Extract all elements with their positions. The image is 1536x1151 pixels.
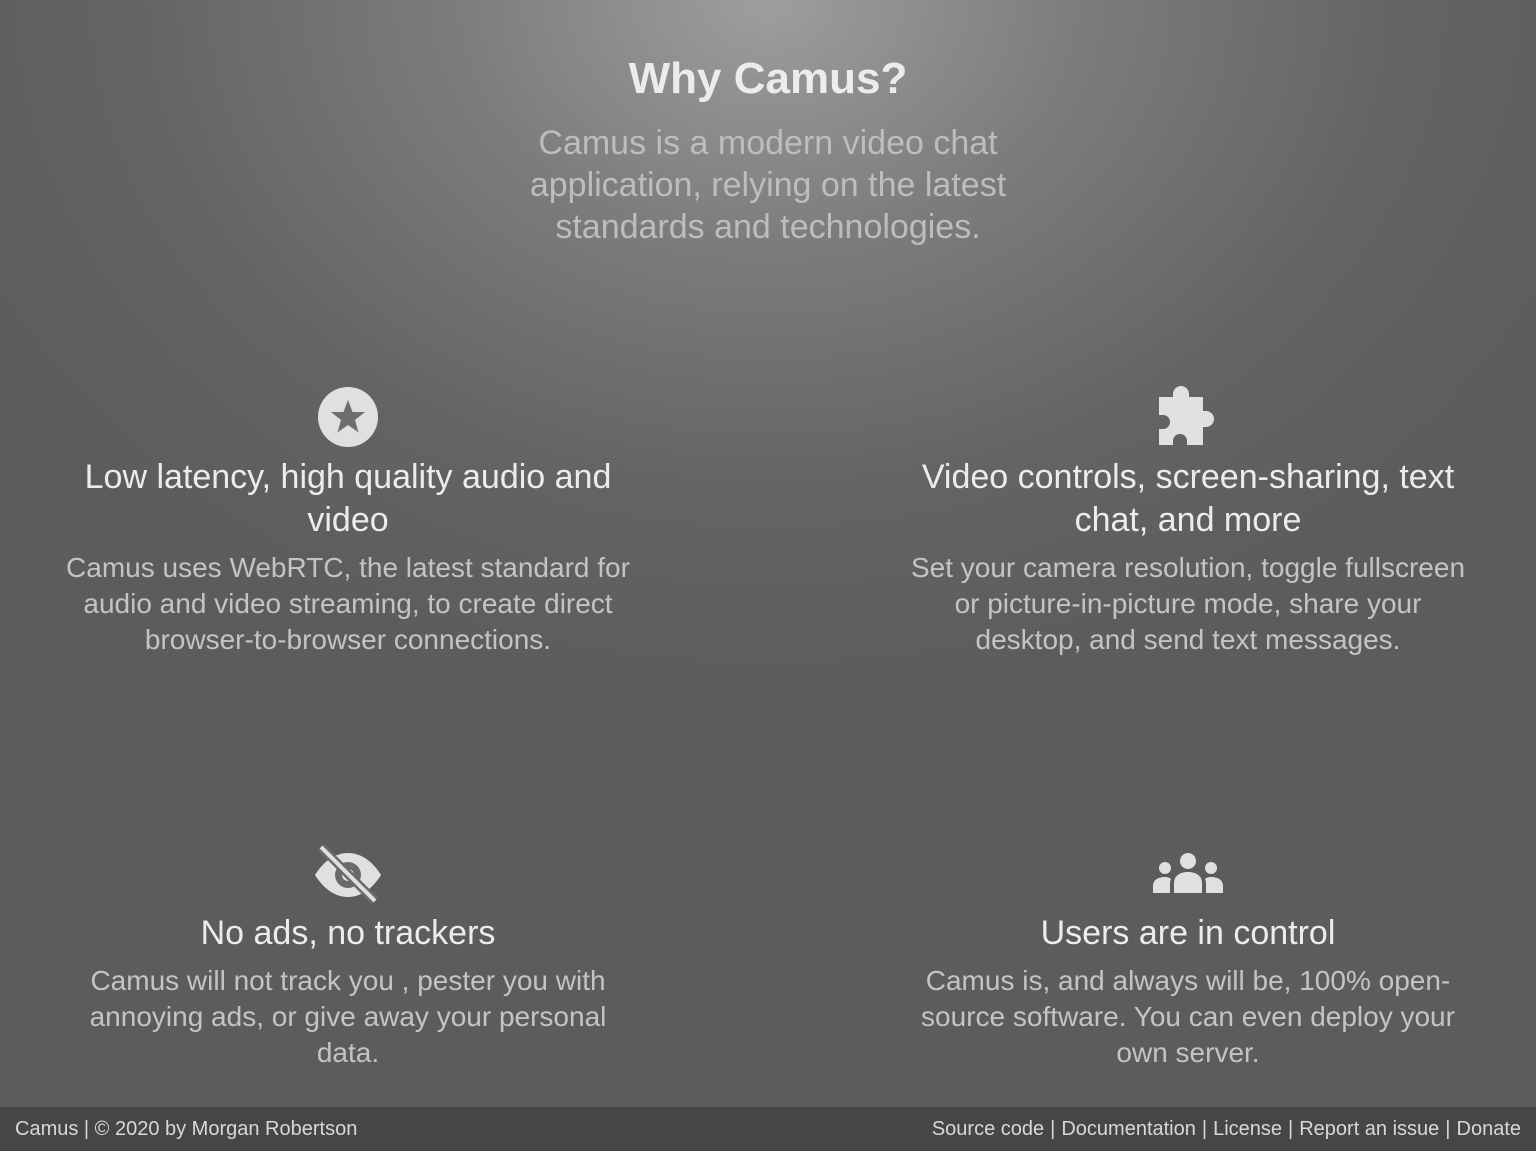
- feature-title: Video controls, screen-sharing, text cha…: [921, 458, 1455, 539]
- footer: Camus | © 2020 by Morgan Robertson Sourc…: [0, 1107, 1536, 1151]
- feature-description: Set your camera resolution, toggle fulls…: [910, 552, 1466, 655]
- users-icon: [1153, 853, 1223, 893]
- feature-user-control: Users are in control Camus is, and alway…: [888, 838, 1488, 1071]
- feature-description: Camus uses WebRTC, the latest standard f…: [66, 552, 630, 655]
- feature-description: Camus will not track you , pester you wi…: [89, 965, 607, 1068]
- footer-separator: |: [1445, 1117, 1451, 1140]
- eye-slash-icon: [315, 843, 381, 903]
- page-subtitle: Camus is a modern video chat application…: [529, 124, 1007, 246]
- footer-separator: |: [1050, 1117, 1056, 1140]
- hero-section: Why Camus? Camus is a modern video chat …: [0, 50, 1536, 248]
- license-link[interactable]: License: [1213, 1118, 1282, 1140]
- feature-no-ads: No ads, no trackers Camus will not track…: [48, 838, 648, 1071]
- feature-title: Low latency, high quality audio and vide…: [84, 458, 612, 539]
- page-title: Why Camus?: [628, 54, 908, 103]
- feature-description: Camus is, and always will be, 100% open-…: [921, 965, 1455, 1068]
- footer-links: Source code | Documentation | License | Report…: [932, 1118, 1521, 1141]
- footer-separator: |: [1201, 1117, 1208, 1140]
- feature-video-controls: Video controls, screen-sharing, text cha…: [888, 382, 1488, 658]
- source-code-link[interactable]: Source code: [932, 1118, 1044, 1140]
- report-issue-link[interactable]: Report an issue: [1299, 1118, 1439, 1140]
- feature-low-latency: Low latency, high quality audio and vide…: [48, 382, 648, 658]
- feature-title: Users are in control: [1040, 914, 1336, 952]
- documentation-link[interactable]: Documentation: [1061, 1118, 1196, 1140]
- footer-separator: |: [1288, 1117, 1294, 1140]
- feature-title: No ads, no trackers: [200, 914, 496, 952]
- footer-copyright: Camus | © 2020 by Morgan Robertson: [15, 1117, 358, 1140]
- star-circle-icon: [318, 387, 378, 447]
- donate-link[interactable]: Donate: [1457, 1118, 1522, 1140]
- puzzle-piece-icon: [1159, 386, 1214, 445]
